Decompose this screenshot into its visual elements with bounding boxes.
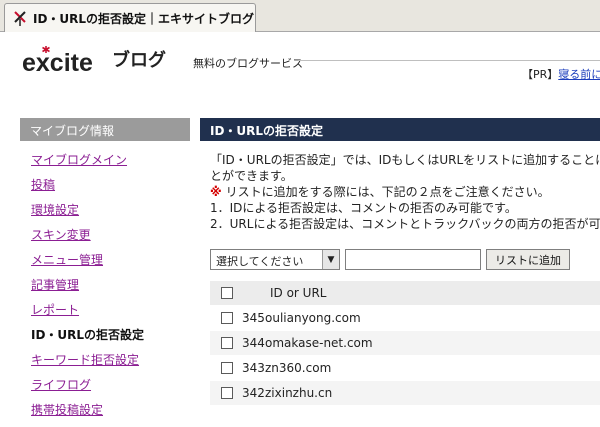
- sidebar-item-label[interactable]: レポート: [31, 303, 79, 317]
- logo-brand-text: excite: [22, 49, 93, 74]
- browser-tab-bar: ID・URLの拒否設定｜エキサイトブログ: [0, 0, 600, 32]
- type-select-value: 選択してください: [216, 255, 304, 268]
- row-number: 344: [242, 336, 265, 350]
- row-url: oulianyong.com: [265, 311, 361, 325]
- row-checkbox[interactable]: [221, 362, 233, 374]
- excite-blog-logo[interactable]: excite ブログ: [22, 44, 166, 74]
- sidebar-item-label[interactable]: ID・URLの拒否設定: [31, 328, 144, 342]
- rule-line: 2．URLによる拒否設定は、コメントとトラックバックの両方の拒否が可能で: [210, 217, 600, 231]
- row-url: zn360.com: [265, 361, 332, 375]
- notice-text: リストに追加をする際には、下記の２点をご注意ください。: [225, 185, 550, 199]
- table-row: 345 oulianyong.com: [210, 306, 600, 331]
- chevron-down-icon[interactable]: ▼: [322, 250, 339, 269]
- sidebar-item-label[interactable]: マイブログメイン: [31, 153, 127, 167]
- row-url: zixinzhu.cn: [265, 386, 333, 400]
- sidebar-heading: マイブログ情報: [20, 118, 190, 141]
- sidebar-item-skin[interactable]: スキン変更: [31, 227, 144, 252]
- tab-title: ID・URLの拒否設定｜エキサイトブログ: [33, 11, 255, 26]
- row-number: 342: [242, 386, 265, 400]
- sidebar-item-mobile-post[interactable]: 携帯投稿設定: [31, 402, 144, 427]
- row-checkbox[interactable]: [221, 312, 233, 324]
- sidebar-menu: マイブログメイン 投稿 環境設定 スキン変更 メニュー管理 記事管理 レポート …: [31, 152, 144, 427]
- type-select[interactable]: 選択してください ▼: [210, 249, 340, 270]
- pr-ad: 【PR】寝る前に: [522, 66, 600, 82]
- column-header-id-url: ID or URL: [270, 286, 327, 300]
- pr-label: 【PR】: [522, 68, 559, 81]
- intro-line: とができます。: [210, 169, 293, 183]
- notice-mark: ※: [210, 185, 222, 199]
- table-row: 342 zixinzhu.cn: [210, 381, 600, 406]
- sidebar-item-settings[interactable]: 環境設定: [31, 202, 144, 227]
- intro-line: 「ID・URLの拒否設定」では、IDもしくはURLをリストに追加することにより: [210, 153, 600, 167]
- sidebar-item-block-keyword[interactable]: キーワード拒否設定: [31, 352, 144, 377]
- add-to-list-button[interactable]: リストに追加: [486, 249, 570, 270]
- browser-tab[interactable]: ID・URLの拒否設定｜エキサイトブログ: [4, 3, 256, 32]
- sidebar-item-post[interactable]: 投稿: [31, 177, 144, 202]
- tagline: 無料のブログサービス: [193, 57, 303, 70]
- logo-blog-text: ブログ: [112, 50, 166, 71]
- sidebar-item-label[interactable]: キーワード拒否設定: [31, 353, 139, 367]
- select-all-checkbox[interactable]: [221, 287, 233, 299]
- page-title: ID・URLの拒否設定: [200, 118, 600, 141]
- sidebar-item-block-id-url[interactable]: ID・URLの拒否設定: [31, 327, 144, 352]
- sidebar-item-label[interactable]: 環境設定: [31, 203, 79, 217]
- sidebar-item-articles[interactable]: 記事管理: [31, 277, 144, 302]
- block-list-table: ID or URL 345 oulianyong.com 344 omakase…: [210, 281, 600, 406]
- row-checkbox[interactable]: [221, 387, 233, 399]
- table-row: 343 zn360.com: [210, 356, 600, 381]
- sidebar-item-menu[interactable]: メニュー管理: [31, 252, 144, 277]
- sidebar-item-label[interactable]: 記事管理: [31, 278, 79, 292]
- pr-link[interactable]: 寝る前に: [558, 68, 600, 81]
- row-url: omakase-net.com: [265, 336, 373, 350]
- row-number: 345: [242, 311, 265, 325]
- rule-line: 1．IDによる拒否設定は、コメントの拒否のみ可能です。: [210, 201, 517, 215]
- excite-favicon-icon: [14, 11, 26, 26]
- sidebar-item-lifelog[interactable]: ライフログ: [31, 377, 144, 402]
- id-url-input[interactable]: [345, 249, 481, 270]
- intro-text: 「ID・URLの拒否設定」では、IDもしくはURLをリストに追加することにより …: [210, 152, 600, 232]
- table-row: 344 omakase-net.com: [210, 331, 600, 356]
- row-checkbox[interactable]: [221, 337, 233, 349]
- sidebar-item-label[interactable]: ライフログ: [31, 378, 91, 392]
- sidebar-item-label[interactable]: スキン変更: [31, 228, 91, 242]
- sidebar-item-label[interactable]: 携帯投稿設定: [31, 403, 103, 417]
- sidebar-item-label[interactable]: 投稿: [31, 178, 55, 192]
- excite-logo-mark: excite: [22, 46, 93, 74]
- sidebar-item-report[interactable]: レポート: [31, 302, 144, 327]
- notice-line: ※ リストに追加をする際には、下記の２点をご注意ください。: [210, 184, 600, 200]
- header-divider: [298, 60, 600, 61]
- table-header-row: ID or URL: [210, 281, 600, 306]
- row-number: 343: [242, 361, 265, 375]
- sidebar-item-label[interactable]: メニュー管理: [31, 253, 103, 267]
- sidebar-item-blog-main[interactable]: マイブログメイン: [31, 152, 144, 177]
